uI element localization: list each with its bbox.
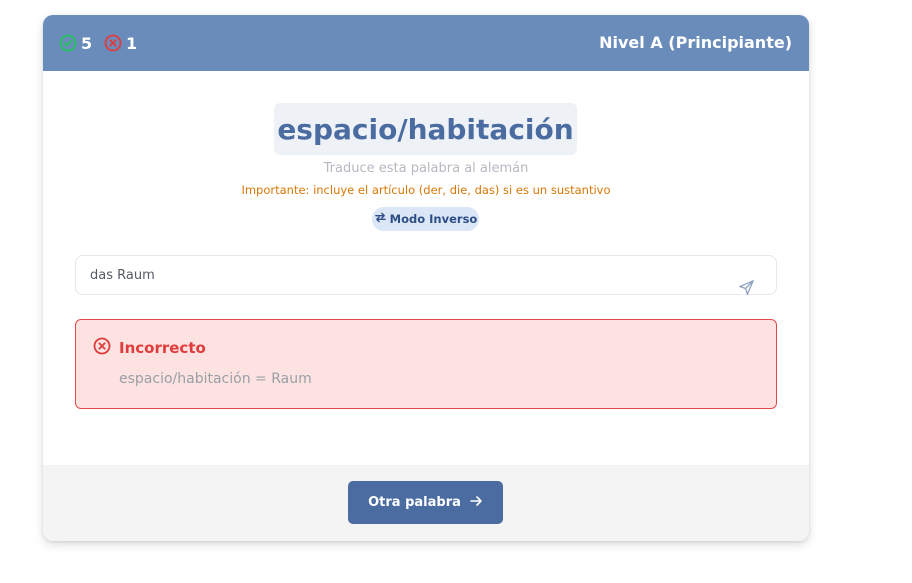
quiz-word: espacio/habitación <box>274 103 577 155</box>
quiz-header: 5 1 Nivel A (Principiante) <box>43 15 809 71</box>
check-circle-icon <box>59 34 77 52</box>
x-circle-icon <box>93 337 111 359</box>
x-circle-icon <box>104 34 122 52</box>
feedback-panel: Incorrecto espacio/habitación = Raum <box>75 319 777 409</box>
send-icon <box>738 279 755 300</box>
instruction-text: Traduce esta palabra al alemán <box>323 161 529 176</box>
swap-arrows-icon <box>374 211 387 227</box>
correct-answer-text: espacio/habitación = Raum <box>119 371 312 387</box>
wrong-score: 1 <box>104 15 137 71</box>
answer-input[interactable] <box>90 256 720 294</box>
correct-count: 5 <box>81 33 93 53</box>
next-word-label: Otra palabra <box>368 495 461 510</box>
feedback-title: Incorrecto <box>119 339 206 357</box>
inverse-mode-toggle[interactable]: Modo Inverso <box>372 207 479 231</box>
quiz-footer: Otra palabra <box>43 465 809 541</box>
level-label: Nivel A (Principiante) <box>599 33 792 52</box>
article-note: Importante: incluye el artículo (der, di… <box>241 183 611 197</box>
quiz-card: 5 1 Nivel A (Principiante) espacio/habit… <box>43 15 809 541</box>
arrow-right-icon <box>469 494 483 512</box>
wrong-count: 1 <box>126 33 138 53</box>
send-button[interactable] <box>736 279 756 299</box>
next-word-button[interactable]: Otra palabra <box>348 481 503 524</box>
mode-label: Modo Inverso <box>389 212 478 226</box>
answer-field <box>75 255 777 295</box>
correct-score: 5 <box>59 15 92 71</box>
